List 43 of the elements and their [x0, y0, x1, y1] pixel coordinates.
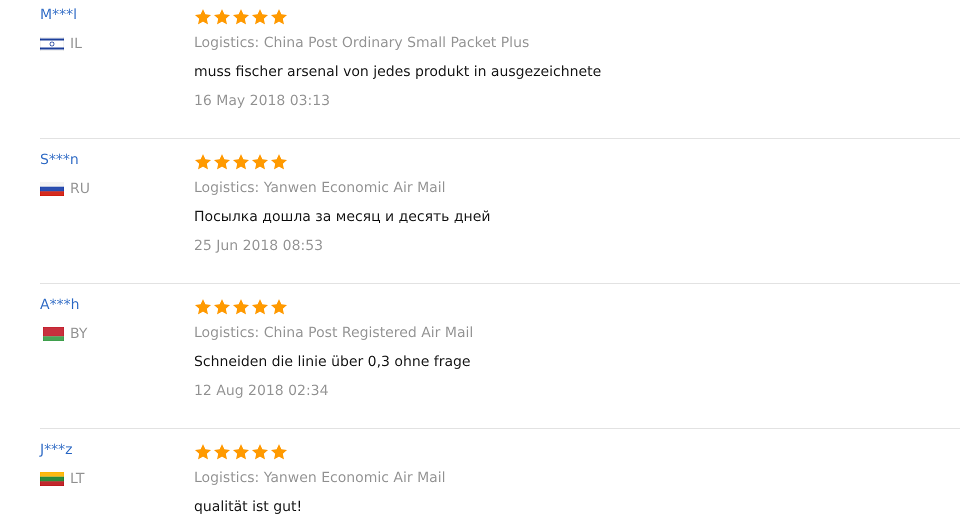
flag-icon [40, 182, 64, 196]
star-icon [232, 8, 250, 26]
star-icon [251, 153, 269, 171]
logistics-text: Logistics: China Post Ordinary Small Packet Plus [194, 34, 530, 53]
reviewer-name[interactable]: J***z [40, 440, 194, 460]
flag-icon [40, 327, 64, 341]
country-code: IL [70, 35, 82, 54]
reviewer-name[interactable]: A***h [40, 295, 194, 315]
star-icon [251, 8, 269, 26]
reviewer-name[interactable]: S***n [40, 150, 194, 170]
star-icon [251, 443, 269, 461]
star-icon [270, 443, 288, 461]
country-code: RU [70, 180, 90, 199]
review-text: Посылка дошла за месяц и десять дней [194, 208, 490, 227]
review-date: 12 Aug 2018 02:34 [194, 382, 328, 401]
reviewer-name[interactable]: M***l [40, 5, 194, 25]
logistics-text: Logistics: Yanwen Economic Air Mail [194, 179, 446, 198]
review-date: 16 May 2018 03:13 [194, 92, 330, 111]
star-icon [194, 8, 212, 26]
logistics-text: Logistics: China Post Registered Air Mail [194, 324, 474, 343]
star-icon [194, 298, 212, 316]
star-icon [232, 298, 250, 316]
review-text: muss fischer arsenal von jedes produkt in ausgezeichnete [194, 63, 602, 82]
star-icon [232, 443, 250, 461]
country-code: BY [70, 325, 88, 344]
review-date: 25 Jun 2018 08:53 [194, 237, 324, 256]
star-icon [194, 153, 212, 171]
star-icon [270, 153, 288, 171]
flag-icon [40, 472, 64, 486]
logistics-text: Logistics: Yanwen Economic Air Mail [194, 469, 446, 488]
star-icon [251, 298, 269, 316]
star-icon [194, 443, 212, 461]
star-icon [213, 8, 231, 26]
review-text: qualität ist gut! [194, 498, 302, 517]
star-icon [270, 298, 288, 316]
star-icon [232, 153, 250, 171]
country-code: LT [70, 470, 84, 489]
star-icon [213, 153, 231, 171]
flag-icon [40, 37, 64, 51]
star-icon [270, 8, 288, 26]
star-icon [213, 443, 231, 461]
star-icon [213, 298, 231, 316]
review-text: Schneiden die linie über 0,3 ohne frage [194, 353, 471, 372]
